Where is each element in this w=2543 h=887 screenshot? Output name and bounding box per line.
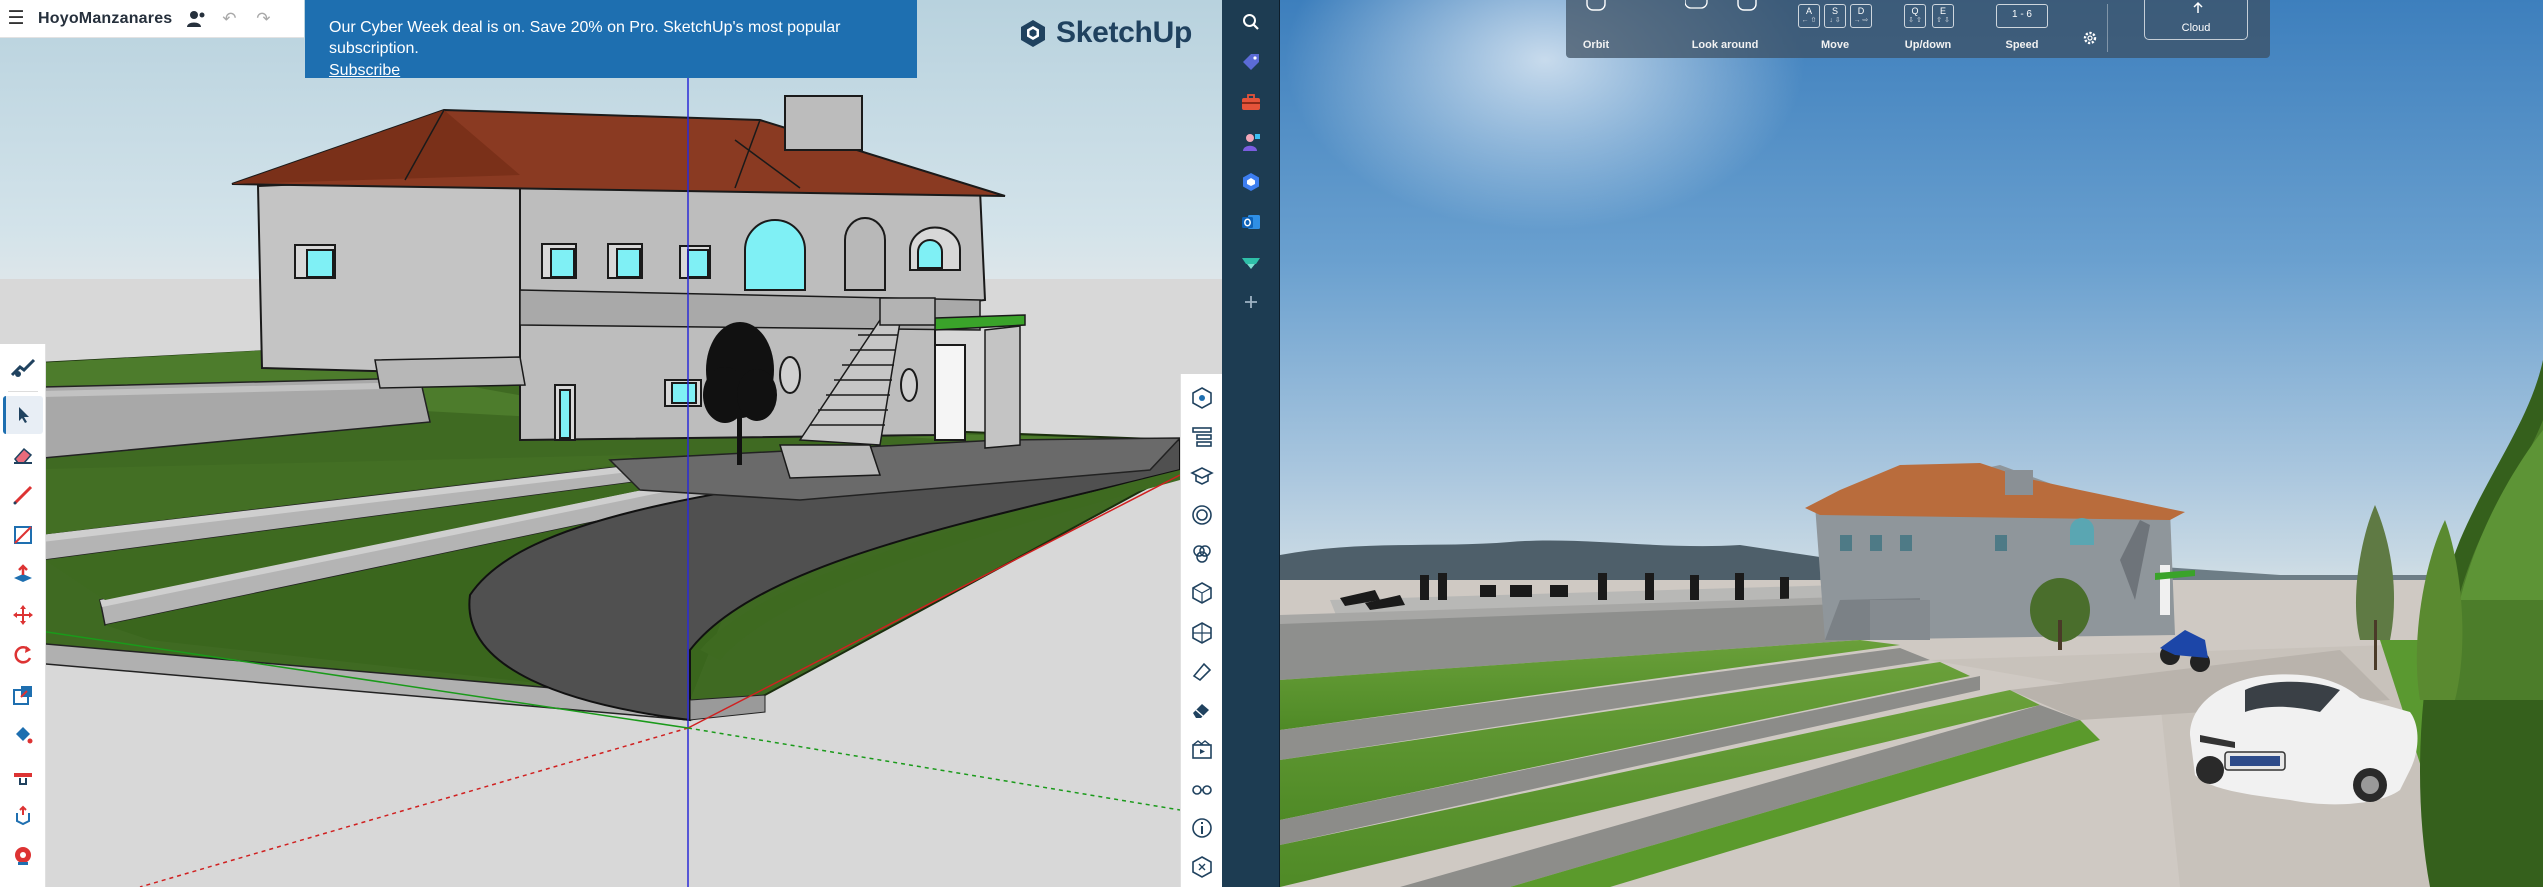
toolbox-icon[interactable] (1231, 82, 1271, 122)
app-sidebar (1222, 0, 1279, 887)
redo-icon[interactable]: ↷ (246, 0, 280, 38)
key-q: Q ⇩ ⇧ (1904, 4, 1926, 28)
orbit-label: Orbit (1582, 39, 1610, 51)
key-s: S ↓ ⇩ (1824, 4, 1846, 28)
styles-icon[interactable] (1184, 575, 1220, 612)
speed-label: Speed (2005, 39, 2039, 51)
model-viewport[interactable] (0, 0, 1222, 887)
pencil-icon[interactable] (3, 476, 43, 514)
key-d: D → ⇨ (1850, 4, 1872, 28)
render-scene (1280, 0, 2543, 887)
rectangle-icon[interactable] (3, 516, 43, 554)
promo-banner: Our Cyber Week deal is on. Save 20% on P… (305, 0, 917, 81)
move-label: Move (1820, 39, 1850, 51)
sketchup-workspace: ☰ HoyoManzanares ↶ ↷ Our Cyber Week deal… (0, 0, 1222, 887)
hud-settings[interactable] (2076, 0, 2104, 58)
hud-divider (2107, 4, 2108, 52)
eraser-panel-icon[interactable] (1184, 692, 1220, 729)
move-icon[interactable] (3, 596, 43, 634)
tape-measure-icon[interactable] (3, 756, 43, 794)
tag-icon[interactable] (1231, 42, 1271, 82)
promo-message: Our Cyber Week deal is on. Save 20% on P… (329, 19, 841, 57)
cloud-upload-icon (2193, 1, 2203, 13)
search-icon[interactable] (1231, 2, 1271, 42)
render-icon[interactable] (1231, 242, 1271, 282)
hud-look-around[interactable]: 0 Look around (1671, 0, 1779, 58)
scenes-icon[interactable] (1184, 731, 1220, 768)
render-viewport[interactable]: Orbit 0 Look around A← ⇧ S↓ ⇩ D→ ⇨ Move … (1280, 0, 2543, 887)
hud-updown[interactable]: Q ⇩ ⇧ E ⇧ ⇩ Up/down (1896, 0, 1960, 58)
brand-name: SketchUp (1056, 16, 1192, 49)
sketchup-logo: SketchUp (1018, 16, 1192, 50)
select-icon[interactable] (2, 396, 43, 434)
gear-icon (2083, 31, 2097, 45)
subscribe-link[interactable]: Subscribe (329, 60, 400, 81)
push-pull-icon[interactable] (3, 556, 43, 594)
render-house (1805, 463, 2195, 640)
sketchup-logo-icon (1021, 20, 1045, 47)
chimney (784, 95, 863, 151)
components-icon[interactable] (1184, 536, 1220, 573)
undo-icon[interactable]: ↶ (212, 0, 246, 38)
orbit-icon[interactable] (3, 796, 43, 834)
top-bar: ☰ HoyoManzanares ↶ ↷ (0, 0, 304, 38)
paint-bucket-icon[interactable] (3, 716, 43, 754)
display-icon[interactable] (1184, 771, 1220, 808)
tags-icon[interactable] (1184, 614, 1220, 651)
extensions-icon[interactable] (1184, 849, 1220, 886)
key-e: E ⇧ ⇩ (1932, 4, 1954, 28)
scale-icon[interactable] (3, 676, 43, 714)
cloud-button[interactable]: Cloud (2144, 0, 2248, 40)
panel-tray (1180, 374, 1222, 887)
project-name[interactable]: HoyoManzanares (32, 10, 180, 28)
soften-edges-icon[interactable] (1184, 653, 1220, 690)
extension-icon[interactable] (1231, 162, 1271, 202)
outlook-icon[interactable] (1231, 202, 1271, 242)
search-tool-icon[interactable] (3, 349, 43, 387)
speed-value: 1 - 6 (1996, 4, 2048, 28)
mouse-left-icon (1586, 0, 1606, 11)
user-icon[interactable] (1231, 122, 1271, 162)
outliner-icon[interactable] (1184, 418, 1220, 455)
eraser-icon[interactable] (3, 436, 43, 474)
materials-icon[interactable] (1184, 496, 1220, 533)
user-settings-icon[interactable] (180, 0, 212, 38)
updown-label: Up/down (1904, 39, 1952, 51)
hud-move[interactable]: A ← ⇧ S ↓ ⇩ D → ⇨ Move (1791, 0, 1879, 58)
navigation-hud: Orbit 0 Look around A← ⇧ S↓ ⇩ D→ ⇨ Move … (1566, 0, 2270, 58)
menu-icon[interactable]: ☰ (0, 0, 32, 38)
info-icon[interactable] (1184, 810, 1220, 847)
cloud-label: Cloud (2181, 22, 2211, 34)
entity-info-icon[interactable] (1184, 379, 1220, 416)
mouse-look-icon: 0 (1685, 0, 1757, 11)
key-a: A ← ⇧ (1798, 4, 1820, 28)
rotate-icon[interactable] (3, 636, 43, 674)
look-around-label: Look around (1691, 39, 1759, 51)
instructor-icon[interactable] (1184, 457, 1220, 494)
tool-palette (0, 344, 46, 887)
hud-orbit[interactable]: Orbit (1566, 0, 1626, 58)
walk-icon[interactable] (3, 836, 43, 874)
hud-speed[interactable]: 1 - 6 Speed (1990, 0, 2054, 58)
add-icon[interactable] (1231, 282, 1271, 322)
